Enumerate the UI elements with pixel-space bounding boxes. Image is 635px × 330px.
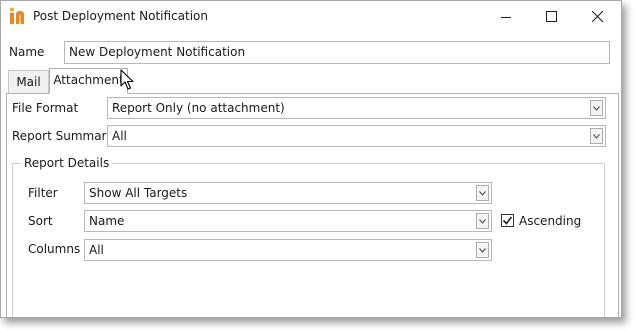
- title-bar: Post Deployment Notification: [1, 1, 621, 33]
- file-format-select[interactable]: Report Only (no attachment): [107, 97, 606, 119]
- minimize-button[interactable]: [483, 1, 529, 32]
- chevron-down-icon[interactable]: [476, 213, 489, 229]
- ascending-label[interactable]: Ascending: [519, 214, 581, 228]
- chevron-down-icon[interactable]: [590, 128, 603, 144]
- report-details-title: Report Details: [21, 156, 113, 170]
- maximize-icon: [545, 11, 557, 22]
- name-label: Name: [9, 45, 45, 59]
- window-title: Post Deployment Notification: [33, 9, 208, 23]
- mouse-cursor-icon: [120, 69, 134, 90]
- chevron-down-icon[interactable]: [476, 185, 489, 201]
- columns-select[interactable]: All: [84, 239, 492, 261]
- ascending-checkbox[interactable]: [501, 214, 514, 227]
- report-summary-label: Report Summary: [12, 129, 114, 143]
- filter-value: Show All Targets: [89, 186, 188, 200]
- name-input[interactable]: New Deployment Notification: [64, 41, 610, 64]
- columns-label: Columns: [28, 242, 81, 256]
- close-icon: [591, 11, 603, 22]
- columns-value: All: [89, 243, 104, 257]
- chevron-down-icon[interactable]: [476, 242, 489, 258]
- report-summary-select[interactable]: All: [107, 125, 606, 147]
- filter-select[interactable]: Show All Targets: [84, 182, 492, 204]
- minimize-icon: [501, 16, 511, 18]
- sort-value: Name: [89, 214, 125, 228]
- tab-mail[interactable]: Mail: [8, 70, 49, 93]
- chevron-down-icon[interactable]: [590, 100, 603, 116]
- app-logo-icon: [10, 7, 24, 24]
- maximize-button[interactable]: [528, 1, 574, 32]
- report-summary-value: All: [112, 129, 127, 143]
- sort-label: Sort: [28, 214, 53, 228]
- filter-label: Filter: [28, 186, 58, 200]
- file-format-value: Report Only (no attachment): [112, 101, 285, 115]
- close-button[interactable]: [574, 1, 620, 32]
- sort-select[interactable]: Name: [84, 210, 492, 232]
- dialog-window: Post Deployment Notification Name New De…: [0, 0, 622, 318]
- file-format-label: File Format: [12, 101, 79, 115]
- tab-attachment[interactable]: Attachment: [49, 68, 128, 94]
- checkmark-icon: [502, 216, 513, 225]
